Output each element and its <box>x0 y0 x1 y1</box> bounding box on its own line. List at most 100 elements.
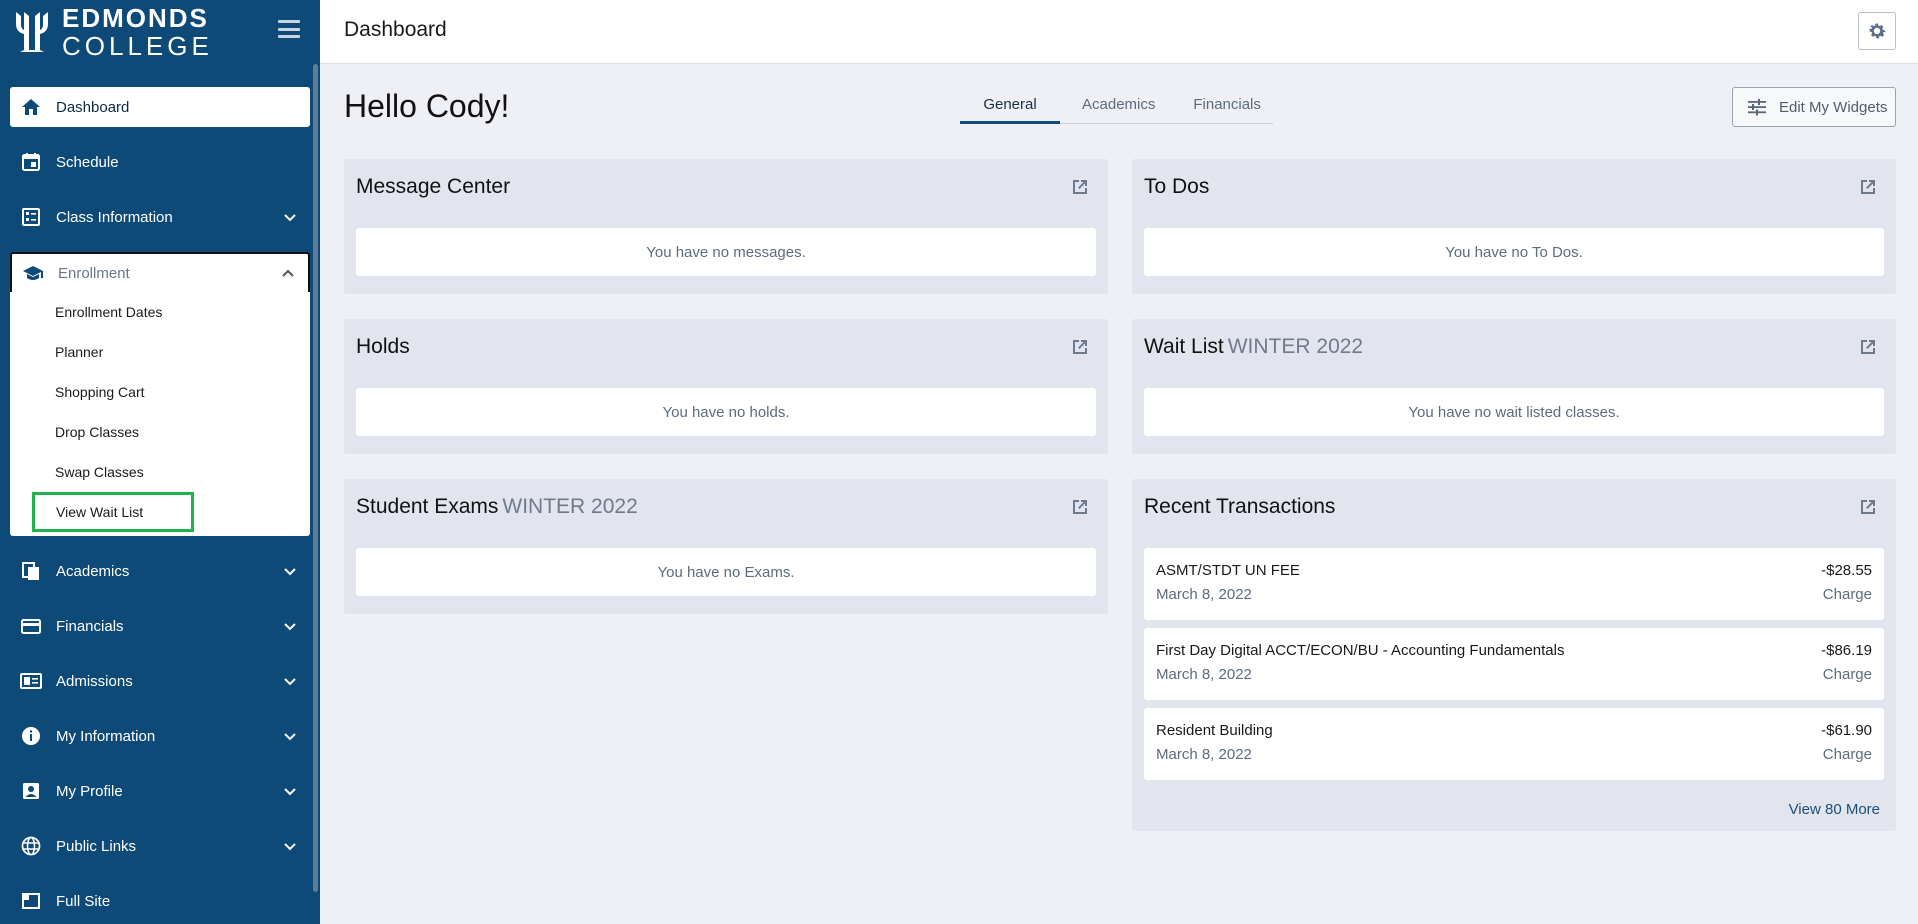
chevron-down-icon <box>284 568 296 576</box>
sidebar-item-label: Full Site <box>56 892 111 910</box>
transaction-row[interactable]: ASMT/STDT UN FEE March 8, 2022 -$28.55 C… <box>1144 548 1884 620</box>
submenu-drop-classes[interactable]: Drop Classes <box>10 412 310 452</box>
gear-icon <box>1869 23 1886 39</box>
sidebar-item-schedule[interactable]: Schedule <box>10 142 310 182</box>
external-link-icon[interactable] <box>1858 337 1878 357</box>
external-link-icon[interactable] <box>1070 177 1090 197</box>
transaction-row[interactable]: First Day Digital ACCT/ECON/BU - Account… <box>1144 628 1884 700</box>
sidebar-nav: Dashboard Schedule Class Information Enr… <box>10 87 310 924</box>
sidebar-item-label: Schedule <box>56 153 119 171</box>
chevron-down-icon <box>284 214 296 222</box>
sidebar-item-full-site[interactable]: Full Site <box>10 881 310 921</box>
sliders-icon <box>1747 98 1767 116</box>
globe-icon <box>20 835 42 857</box>
sidebar-item-financials[interactable]: Financials <box>10 606 310 646</box>
tab-general[interactable]: General <box>960 94 1060 124</box>
todos-widget: To Dos You have no To Dos. <box>1132 159 1896 294</box>
empty-message: You have no holds. <box>356 388 1096 436</box>
transaction-type: Charge <box>1822 586 1872 603</box>
transaction-date: March 8, 2022 <box>1156 746 1252 763</box>
tab-academics[interactable]: Academics <box>1060 94 1167 124</box>
transaction-description: Resident Building <box>1156 722 1273 739</box>
submenu-swap-classes[interactable]: Swap Classes <box>10 452 310 492</box>
transaction-date: March 8, 2022 <box>1156 586 1252 603</box>
sidebar-item-label: Enrollment <box>58 264 130 282</box>
list-icon <box>20 206 42 228</box>
widget-title: To Dos <box>1144 175 1210 198</box>
transaction-amount: -$86.19 <box>1821 642 1872 659</box>
chevron-down-icon <box>284 623 296 631</box>
id-card-icon <box>20 670 42 692</box>
trident-logo-icon <box>16 12 48 52</box>
sidebar-item-my-profile[interactable]: My Profile <box>10 771 310 811</box>
chevron-down-icon <box>284 678 296 686</box>
widget-title: Wait List WINTER 2022 <box>1144 335 1363 359</box>
widget-title: Message Center <box>356 175 511 198</box>
sidebar-item-class-information[interactable]: Class Information <box>10 197 310 237</box>
sidebar-item-label: Financials <box>56 617 124 635</box>
widget-title: Recent Transactions <box>1144 495 1336 518</box>
sidebar-item-label: My Profile <box>56 782 123 800</box>
edit-widgets-button[interactable]: Edit My Widgets <box>1732 87 1896 127</box>
sidebar-item-enrollment[interactable]: Enrollment <box>10 252 310 292</box>
chevron-down-icon <box>284 788 296 796</box>
empty-message: You have no To Dos. <box>1144 228 1884 276</box>
transaction-type: Charge <box>1822 746 1872 763</box>
empty-message: You have no Exams. <box>356 548 1096 596</box>
term-label: WINTER 2022 <box>502 495 638 518</box>
sidebar-item-label: Dashboard <box>56 98 130 116</box>
sidebar: EDMONDS COLLEGE Dashboard Schedule Class… <box>0 0 320 924</box>
recent-transactions-widget: Recent Transactions ASMT/STDT UN FEE Mar… <box>1132 479 1896 831</box>
sidebar-item-label: Academics <box>56 562 130 580</box>
home-icon <box>20 96 42 118</box>
brand-logo[interactable]: EDMONDS COLLEGE <box>0 0 320 64</box>
info-icon <box>20 725 42 747</box>
sidebar-item-label: My Information <box>56 727 156 745</box>
sidebar-item-label: Admissions <box>56 672 133 690</box>
chevron-down-icon <box>284 733 296 741</box>
sidebar-item-public-links[interactable]: Public Links <box>10 826 310 866</box>
submenu-enrollment-dates[interactable]: Enrollment Dates <box>10 292 310 332</box>
sidebar-item-academics[interactable]: Academics <box>10 551 310 591</box>
documents-icon <box>20 560 42 582</box>
transaction-description: ASMT/STDT UN FEE <box>1156 562 1300 579</box>
chevron-down-icon <box>284 843 296 851</box>
brand-name-line1: EDMONDS <box>62 3 209 33</box>
student-exams-widget: Student Exams WINTER 2022 You have no Exa… <box>344 479 1108 614</box>
sidebar-item-my-information[interactable]: My Information <box>10 716 310 756</box>
term-label: WINTER 2022 <box>1227 335 1364 358</box>
external-link-icon[interactable] <box>1070 497 1090 517</box>
external-link-icon[interactable] <box>1858 177 1878 197</box>
page-title: Dashboard <box>344 18 447 41</box>
transaction-row[interactable]: Resident Building March 8, 2022 -$61.90 … <box>1144 708 1884 780</box>
sidebar-item-dashboard[interactable]: Dashboard <box>10 87 310 127</box>
widget-title-text: Student Exams <box>356 495 499 518</box>
graduation-cap-icon <box>22 262 44 284</box>
enrollment-submenu: Enrollment Dates Planner Shopping Cart D… <box>10 292 310 536</box>
transaction-type: Charge <box>1822 666 1872 683</box>
menu-toggle-icon[interactable] <box>278 20 300 38</box>
submenu-view-wait-list[interactable]: View Wait List <box>32 492 194 532</box>
holds-widget: Holds You have no holds. <box>344 319 1108 454</box>
submenu-planner[interactable]: Planner <box>10 332 310 372</box>
sidebar-item-admissions[interactable]: Admissions <box>10 661 310 701</box>
transaction-amount: -$28.55 <box>1821 562 1872 579</box>
greeting: Hello Cody! <box>344 88 510 124</box>
dashboard-tabs: General Academics Financials <box>960 94 1273 124</box>
wait-list-widget: Wait List WINTER 2022 You have no wait li… <box>1132 319 1896 454</box>
view-more-link[interactable]: View 80 More <box>1789 801 1880 818</box>
widget-title-text: Wait List <box>1144 335 1224 358</box>
widget-title: Holds <box>356 335 410 358</box>
tab-financials[interactable]: Financials <box>1167 94 1273 124</box>
external-link-icon[interactable] <box>1858 497 1878 517</box>
settings-button[interactable] <box>1858 12 1896 50</box>
sidebar-scrollbar[interactable] <box>313 64 318 892</box>
sidebar-item-label: Class Information <box>56 208 173 226</box>
external-link-icon[interactable] <box>1070 337 1090 357</box>
submenu-shopping-cart[interactable]: Shopping Cart <box>10 372 310 412</box>
empty-message: You have no messages. <box>356 228 1096 276</box>
message-center-widget: Message Center You have no messages. <box>344 159 1108 294</box>
transaction-amount: -$61.90 <box>1821 722 1872 739</box>
top-header: Dashboard <box>320 0 1918 64</box>
calendar-icon <box>20 151 42 173</box>
